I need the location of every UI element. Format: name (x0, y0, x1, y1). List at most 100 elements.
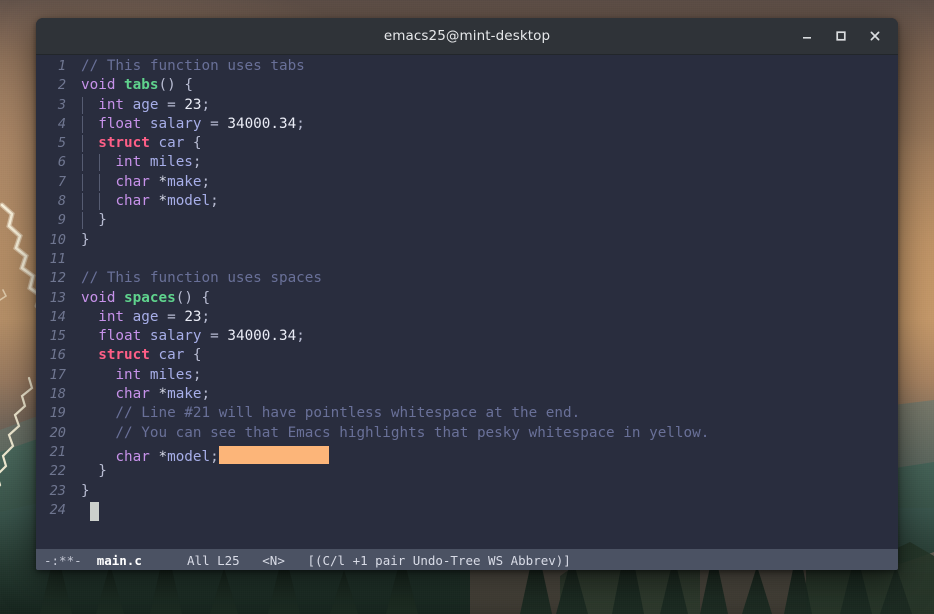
code-text: } (98, 463, 107, 480)
tab-indent-guide (82, 212, 83, 230)
code-line[interactable]: 19 // Line #21 will have pointless white… (36, 404, 898, 423)
line-number: 18 (49, 386, 66, 403)
modeline-flags: -:**- (44, 552, 82, 568)
code-line[interactable]: 1 // This function uses tabs (36, 57, 898, 76)
line-number: 19 (49, 405, 66, 422)
close-button[interactable] (858, 19, 892, 53)
emacs-window[interactable]: emacs25@mint-desktop 1 // This function … (36, 18, 898, 570)
desktop: emacs25@mint-desktop 1 // This function … (0, 0, 934, 614)
code-text: int age = 23; (98, 96, 211, 113)
code-line[interactable]: 9 } (36, 211, 898, 230)
line-number: 3 (57, 96, 66, 113)
code-buffer[interactable]: 1 // This function uses tabs 2 void tabs() … (36, 55, 898, 545)
code-line[interactable]: 2 void tabs() { (36, 76, 898, 95)
tab-indent-guide (82, 96, 83, 114)
close-icon (870, 31, 880, 41)
code-text: void spaces() { (81, 289, 211, 306)
minimize-icon (803, 37, 811, 39)
code-text: char *make; (115, 386, 211, 403)
line-number: 5 (57, 135, 66, 152)
code-text: } (81, 231, 90, 248)
code-line[interactable]: 17 int miles; (36, 366, 898, 385)
code-line[interactable]: 23} (36, 482, 898, 501)
code-text: // This function uses spaces (81, 270, 323, 287)
modeline-minor-modes: [(C/l +1 pair Undo-Tree WS Abbrev)] (307, 552, 571, 568)
code-text: float salary = 34000.34; (98, 328, 305, 345)
code-line[interactable]: 16 struct car { (36, 346, 898, 365)
modeline-position-line: L25 (217, 552, 240, 568)
line-number: 24 (49, 501, 66, 518)
maximize-button[interactable] (824, 19, 858, 53)
tab-indent-guide (82, 154, 83, 172)
code-line[interactable]: 22 } (36, 462, 898, 481)
line-number: 12 (49, 270, 66, 287)
code-line[interactable]: 11 (36, 250, 898, 269)
line-number: 6 (57, 154, 66, 171)
tab-indent-guide (99, 193, 101, 211)
code-line[interactable]: 13 void spaces() { (36, 289, 898, 308)
maximize-icon (836, 31, 846, 41)
tab-indent-guide (82, 135, 83, 153)
code-text: } (98, 212, 107, 229)
window-controls (790, 18, 892, 54)
code-text: int age = 23; (98, 308, 211, 325)
line-number: 10 (49, 231, 66, 248)
code-text: char *make; (115, 173, 211, 190)
line-number: 14 (49, 308, 66, 325)
line-number: 13 (49, 289, 66, 306)
code-line[interactable]: 5 struct car { (36, 134, 898, 153)
minimize-button[interactable] (790, 19, 824, 53)
code-line[interactable]: 6 int miles; (36, 153, 898, 172)
code-text: struct car { (98, 347, 202, 364)
code-line[interactable]: 15 float salary = 34000.34; (36, 327, 898, 346)
tab-indent-guide (82, 115, 83, 133)
code-text: int miles; (115, 366, 202, 383)
line-number: 21 (49, 443, 66, 460)
code-text: float salary = 34000.34; (98, 115, 305, 132)
code-line[interactable]: 12 // This function uses spaces (36, 269, 898, 288)
tab-indent-guide (99, 154, 101, 172)
line-number: 1 (57, 58, 66, 74)
emacs-frame[interactable]: 1 // This function uses tabs 2 void tabs() … (36, 55, 898, 570)
modeline-position-all: All (187, 552, 210, 568)
line-number: 16 (49, 347, 66, 364)
tab-indent-guide (82, 193, 83, 211)
code-text: void tabs() { (81, 77, 193, 94)
line-number: 8 (57, 193, 66, 210)
code-line[interactable]: 18 char *make; (36, 385, 898, 404)
code-line[interactable]: 24 (36, 501, 898, 521)
modeline-buffer-name: main.c (96, 552, 142, 568)
line-number: 22 (49, 463, 66, 480)
line-number: 20 (49, 424, 66, 441)
line-number: 23 (49, 482, 66, 499)
code-text: // This function uses tabs (81, 58, 305, 74)
code-line[interactable]: 10} (36, 231, 898, 250)
line-number: 2 (57, 77, 66, 94)
code-line[interactable]: 7 char *make; (36, 173, 898, 192)
window-titlebar[interactable]: emacs25@mint-desktop (36, 18, 898, 55)
code-text: char *model; (115, 193, 219, 210)
code-line[interactable]: 14 int age = 23; (36, 308, 898, 327)
text-cursor (89, 501, 99, 521)
modeline-input-method: <N> (262, 552, 285, 568)
line-number: 17 (49, 366, 66, 383)
code-text: // You can see that Emacs highlights tha… (81, 424, 710, 441)
emacs-modeline[interactable]: -:**- main.c All L25 <N> [(C/l +1 pair U… (36, 549, 898, 570)
code-text: struct car { (98, 135, 202, 152)
code-text: } (81, 482, 90, 499)
line-number: 7 (57, 173, 66, 190)
code-text: // Line #21 will have pointless whitespa… (81, 405, 581, 422)
line-number: 9 (57, 212, 66, 229)
line-number: 11 (49, 250, 66, 267)
tab-indent-guide (82, 173, 83, 191)
line-number: 15 (49, 328, 66, 345)
code-line[interactable]: 3 int age = 23; (36, 96, 898, 115)
window-title: emacs25@mint-desktop (383, 28, 551, 44)
line-number: 4 (57, 115, 66, 132)
tab-indent-guide (99, 173, 101, 191)
code-line[interactable]: 8 char *model; (36, 192, 898, 211)
code-line[interactable]: 21 char *model; (36, 443, 898, 465)
code-line[interactable]: 4 float salary = 34000.34; (36, 115, 898, 134)
code-line[interactable]: 20 // You can see that Emacs highlights … (36, 424, 898, 443)
